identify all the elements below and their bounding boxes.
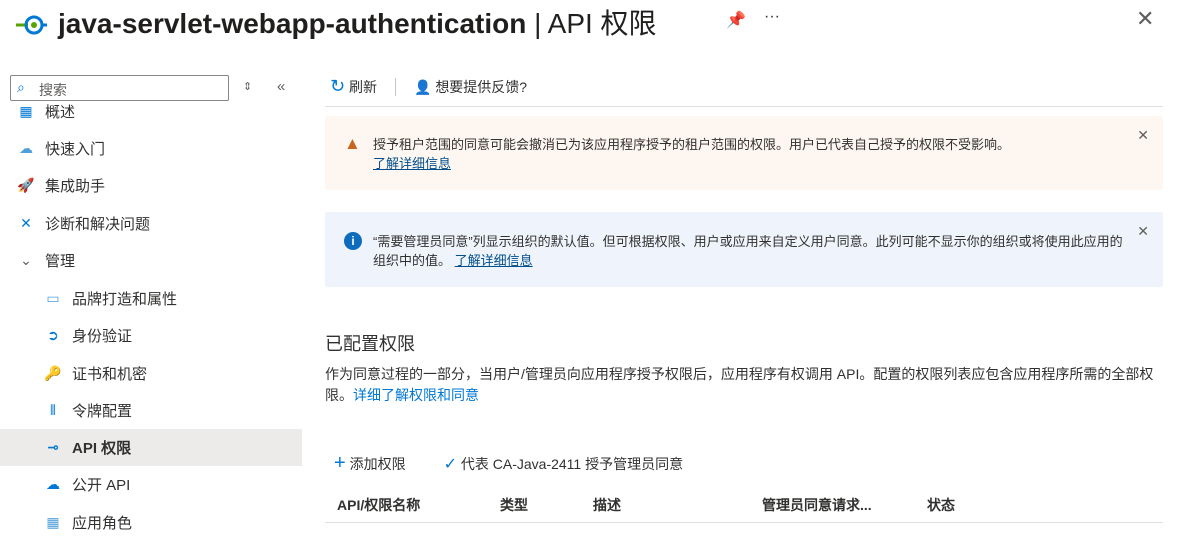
close-icon[interactable]: ✕ [1137, 126, 1149, 145]
sidebar-item-token[interactable]: ⦀ 令牌配置 [0, 392, 302, 429]
cloud-api-icon: ☁ [46, 476, 60, 492]
sidebar-item-label: 公开 API [72, 477, 131, 494]
toolbar-divider [394, 77, 396, 96]
sidebar-item-integration[interactable]: 🚀 集成助手 [0, 167, 302, 204]
add-permission-button[interactable]: + 添加权限 [334, 452, 406, 475]
sidebar-item-overview[interactable]: ▦ 概述 [0, 102, 302, 121]
sidebar-item-authentication[interactable]: ➲ 身份验证 [0, 317, 302, 354]
sidebar-group-manage[interactable]: ⌄ 管理 [0, 242, 302, 279]
column-header-api[interactable]: API/权限名称 [337, 495, 420, 515]
key-icon: 🔑 [44, 365, 62, 381]
page-name: API 权限 [547, 8, 657, 39]
section-title: 已配置权限 [325, 334, 415, 354]
branding-icon: ▭ [46, 290, 60, 306]
overview-icon: ▦ [19, 102, 33, 119]
tools-icon: ✕ [20, 215, 32, 231]
refresh-button[interactable]: ↻ 刷新 [330, 76, 377, 97]
close-icon[interactable]: ✕ [1136, 6, 1154, 32]
sidebar-item-label: 应用角色 [72, 515, 133, 532]
warning-text: 授予租户范围的同意可能会撤消已为该应用程序授予的租户范围的权限。用户已代表自己授… [373, 137, 1011, 152]
sidebar-item-label: API 权限 [72, 440, 132, 457]
add-permission-label: 添加权限 [349, 456, 406, 472]
info-banner: i “需要管理员同意”列显示组织的默认值。但可根据权限、用户或应用来自定义用户同… [325, 212, 1163, 287]
sidebar-item-api-permissions[interactable]: ⊸ API 权限 [0, 429, 302, 466]
search-icon: ⌕ [17, 79, 25, 95]
section-description: 作为同意过程的一部分，当用户/管理员向应用程序授予权限后，应用程序有权调用 AP… [325, 364, 1160, 406]
toolbar: ↻ 刷新 👤 想要提供反馈? [330, 76, 527, 97]
grant-consent-label: 代表 CA-Java-2411 授予管理员同意 [460, 455, 684, 472]
more-icon[interactable]: ··· [764, 8, 780, 26]
chevron-down-icon: ⌄ [20, 252, 32, 268]
sidebar-item-label: 管理 [45, 253, 76, 270]
permissions-consent-link[interactable]: 详细了解权限和同意 [353, 387, 479, 403]
table-header-divider [325, 522, 1163, 523]
sidebar-item-label: 证书和机密 [72, 366, 148, 383]
actions-bar: + 添加权限 ✓ 代表 CA-Java-2411 授予管理员同意 [334, 452, 683, 475]
sidebar-item-label: 令牌配置 [72, 403, 133, 420]
toolbar-divider-line [325, 106, 1163, 107]
api-permissions-icon: ⊸ [47, 439, 59, 455]
sort-icon[interactable]: ⇕ [243, 80, 252, 93]
sidebar-item-label: 集成助手 [45, 178, 106, 195]
sidebar-item-label: 品牌打造和属性 [72, 291, 178, 308]
check-icon: ✓ [443, 455, 457, 473]
search-input[interactable]: ⌕ 搜索 [10, 75, 229, 101]
sidebar-item-branding[interactable]: ▭ 品牌打造和属性 [0, 280, 302, 317]
warning-banner: ▲ 授予租户范围的同意可能会撤消已为该应用程序授予的租户范围的权限。用户已代表自… [325, 116, 1163, 190]
column-header-status[interactable]: 状态 [927, 495, 955, 515]
pin-icon[interactable]: 📌 [726, 10, 746, 30]
app-roles-icon: ▦ [46, 514, 60, 530]
feedback-icon: 👤 [413, 78, 432, 95]
search-placeholder: 搜索 [39, 82, 67, 98]
page-title: java-servlet-webapp-authentication | API… [58, 2, 657, 42]
sidebar-item-label: 快速入门 [45, 141, 106, 158]
info-learn-more-link[interactable]: 了解详细信息 [455, 253, 533, 268]
sidebar-item-label: 身份验证 [72, 328, 133, 345]
refresh-label: 刷新 [348, 79, 377, 95]
sidebar-item-app-roles[interactable]: ▦ 应用角色 [0, 504, 302, 541]
token-icon: ⦀ [49, 402, 57, 418]
warning-learn-more-link[interactable]: 了解详细信息 [373, 156, 451, 171]
warning-icon: ▲ [344, 134, 361, 153]
info-icon: i [344, 232, 362, 250]
feedback-label: 想要提供反馈? [435, 78, 528, 95]
app-name: java-servlet-webapp-authentication [58, 8, 527, 39]
cloud-icon: ☁ [19, 140, 33, 156]
sidebar-item-label: 概述 [45, 103, 76, 121]
auth-icon: ➲ [47, 327, 59, 343]
sidebar-item-expose-api[interactable]: ☁ 公开 API [0, 466, 302, 503]
collapse-icon[interactable]: « [277, 78, 285, 95]
feedback-button[interactable]: 👤 想要提供反馈? [414, 77, 527, 97]
refresh-icon: ↻ [330, 76, 346, 96]
sidebar-item-diagnose[interactable]: ✕ 诊断和解决问题 [0, 205, 302, 242]
close-icon[interactable]: ✕ [1137, 222, 1149, 241]
title-separator: | [526, 8, 548, 39]
grant-consent-button[interactable]: ✓ 代表 CA-Java-2411 授予管理员同意 [444, 454, 684, 474]
rocket-icon: 🚀 [17, 177, 35, 193]
sidebar-item-certificates[interactable]: 🔑 证书和机密 [0, 355, 302, 392]
sidebar-item-quickstart[interactable]: ☁ 快速入门 [0, 130, 302, 167]
sidebar-item-label: 诊断和解决问题 [45, 216, 151, 233]
column-header-admin-consent[interactable]: 管理员同意请求... [762, 495, 872, 515]
plus-icon: + [334, 452, 346, 474]
column-header-type[interactable]: 类型 [500, 495, 528, 515]
app-icon [14, 14, 48, 36]
column-header-description[interactable]: 描述 [593, 495, 621, 515]
